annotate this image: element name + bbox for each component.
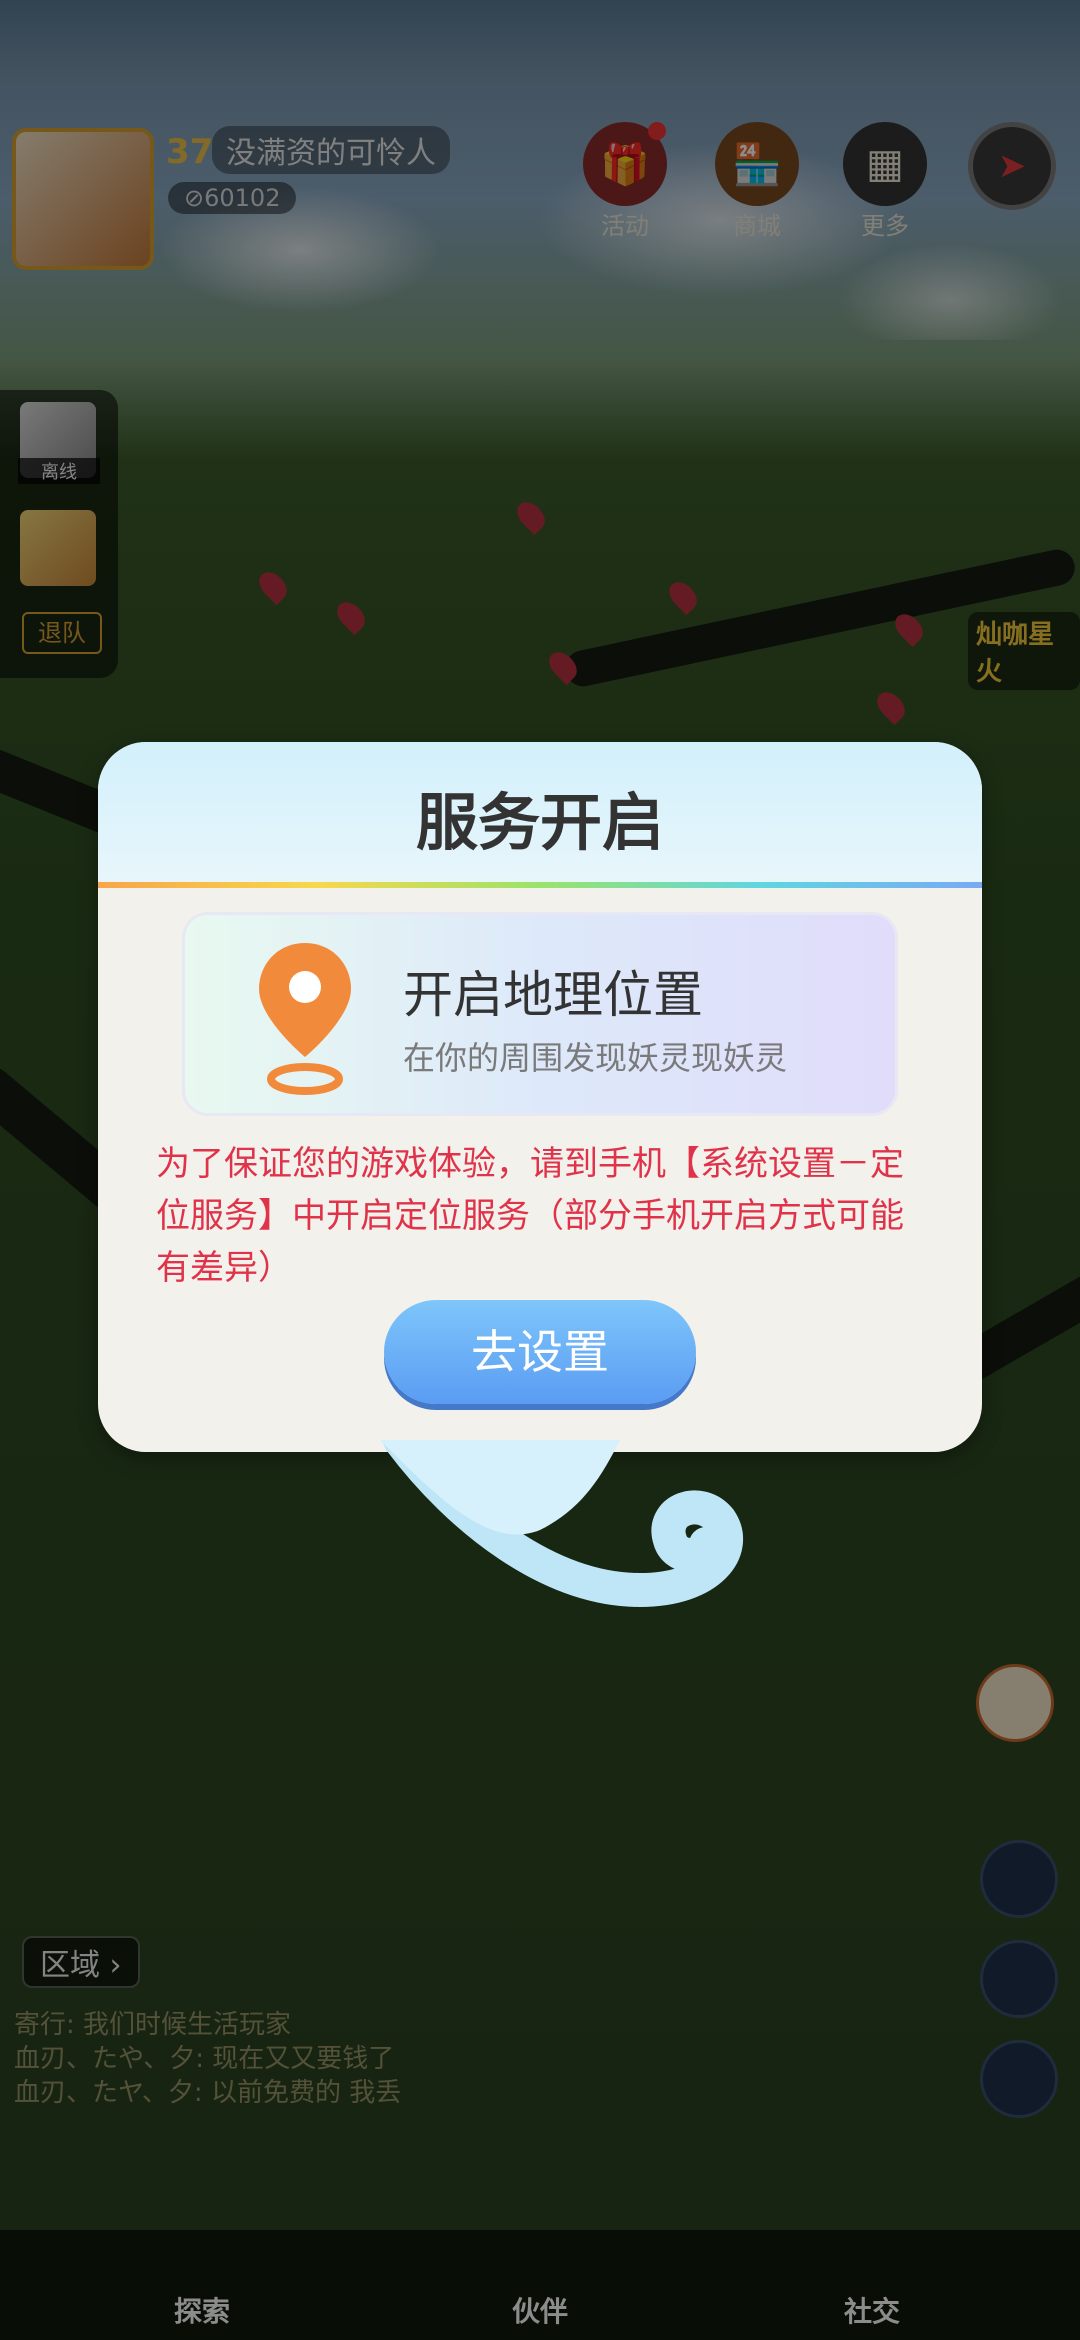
location-pin-icon: [259, 943, 351, 1095]
location-card: 开启地理位置 在你的周围发现妖灵现妖灵: [182, 912, 898, 1116]
permission-message: 为了保证您的游戏体验，请到手机【系统设置－定位服务】中开启定位服务（部分手机开启…: [156, 1144, 904, 1288]
service-dialog: 服务开启 开启地理位置 在你的周围发现妖灵现妖灵 为了保证您的游戏体验，请到手机…: [98, 742, 982, 1452]
card-title: 开启地理位置: [403, 966, 703, 1024]
header-divider: [98, 882, 982, 888]
dialog-tail-swirl: [380, 1440, 743, 1608]
dialog-title: 服务开启: [415, 786, 664, 859]
go-settings-button[interactable]: 去设置: [384, 1300, 696, 1404]
card-subtitle: 在你的周围发现妖灵现妖灵: [403, 1039, 788, 1077]
